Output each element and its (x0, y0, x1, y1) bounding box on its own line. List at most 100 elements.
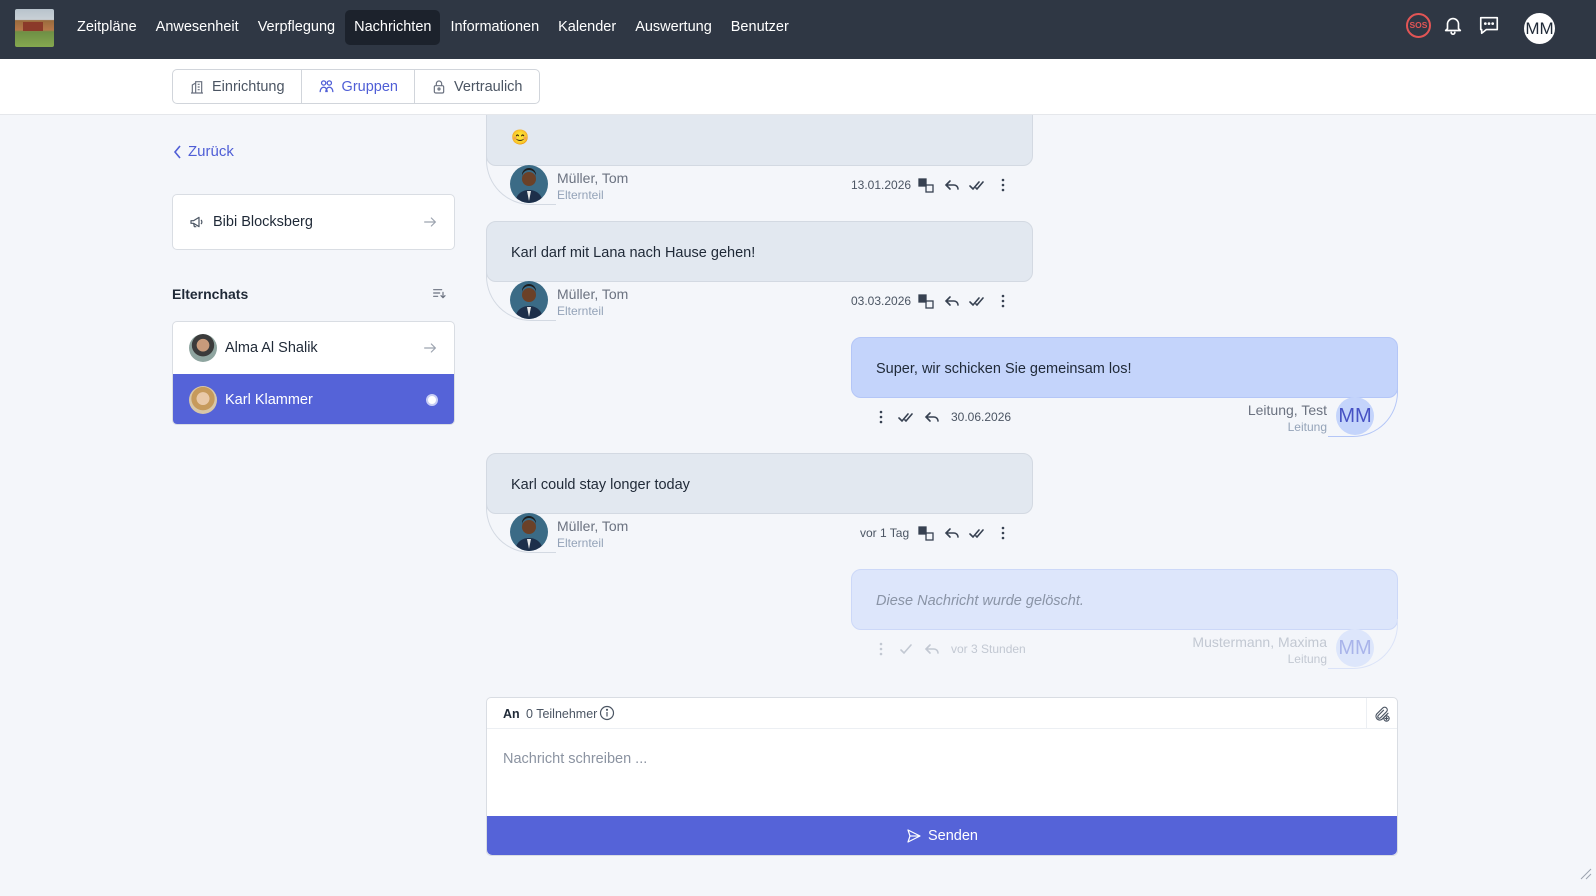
read-checkmark-icon (969, 529, 984, 539)
user-avatar[interactable]: MM (1524, 13, 1555, 44)
message-date: 30.06.2026 (951, 410, 1012, 424)
message-bubble-deleted: Diese Nachricht wurde gelöscht. (851, 569, 1398, 630)
sender-role: Elternteil (557, 188, 604, 202)
read-checkmark-icon (969, 297, 984, 307)
chat-name: Alma Al Shalik (225, 340, 318, 356)
back-label: Zurück (188, 143, 234, 160)
parent-chat-list: Alma Al Shalik Karl Klammer (172, 321, 455, 425)
sender-name: Müller, Tom (557, 286, 629, 302)
message-date: vor 3 Stunden (951, 642, 1026, 656)
sender-role: Leitung (1287, 652, 1327, 666)
avatar: MM (1336, 629, 1374, 667)
message-input[interactable]: Nachricht schreiben ... (503, 751, 647, 767)
nav-item-nachrichten[interactable]: Nachrichten (345, 10, 441, 45)
send-icon (907, 828, 921, 843)
message-text: Karl darf mit Lana nach Hause gehen! (511, 245, 756, 261)
chat-item-karl-klammer[interactable]: Karl Klammer (173, 374, 454, 424)
sender-name: Müller, Tom (557, 170, 629, 186)
selected-indicator (426, 394, 438, 406)
avatar (189, 334, 217, 362)
chat-item-alma-al-shalik[interactable]: Alma Al Shalik (173, 322, 454, 374)
reply-icon (924, 644, 939, 654)
nav-item-auswertung[interactable]: Auswertung (626, 10, 721, 45)
chevron-left-icon (173, 144, 181, 159)
nav-item-kalender[interactable]: Kalender (549, 10, 625, 45)
nav-item-benutzer[interactable]: Benutzer (722, 10, 798, 45)
message-thread: 😊 Müller, Tom Elternteil 13.01.2026 Karl… (486, 115, 1398, 690)
translate-icon[interactable] (918, 293, 934, 309)
chat-name: Karl Klammer (225, 392, 313, 408)
sub-header: Einrichtung Gruppen Vertraulich (0, 59, 1596, 115)
broadcast-chat-item[interactable]: Bibi Blocksberg (172, 194, 455, 250)
send-label: Senden (928, 827, 978, 844)
message-text: Super, wir schicken Sie gemeinsam los! (876, 361, 1132, 377)
reply-icon[interactable] (944, 525, 960, 541)
message-date: 03.03.2026 (851, 294, 912, 308)
read-checkmark-icon (969, 181, 984, 191)
message-bubble-incoming: Karl could stay longer today (486, 453, 1033, 514)
chat-bubble-icon[interactable] (1478, 14, 1500, 36)
more-options-icon[interactable] (995, 525, 1011, 541)
sos-button[interactable]: SOS (1406, 13, 1431, 38)
message-text: Diese Nachricht wurde gelöscht. (876, 593, 1084, 609)
scope-tabs: Einrichtung Gruppen Vertraulich (172, 69, 540, 104)
nav-item-verpflegung[interactable]: Verpflegung (249, 10, 344, 45)
reply-icon[interactable] (944, 293, 960, 309)
tab-vertraulich[interactable]: Vertraulich (415, 70, 539, 103)
nav-item-zeitplaene[interactable]: Zeitpläne (68, 10, 146, 45)
tab-einrichtung[interactable]: Einrichtung (173, 70, 302, 103)
tab-gruppen[interactable]: Gruppen (302, 70, 415, 103)
megaphone-icon (190, 216, 203, 228)
facility-logo[interactable] (15, 9, 54, 47)
message-composer: An 0 Teilnehmer Nachricht schreiben ... … (486, 697, 1398, 856)
lock-icon (433, 79, 445, 94)
message-text: 😊 (511, 130, 530, 146)
sender-role: Elternteil (557, 536, 604, 550)
send-button[interactable]: Senden (487, 816, 1397, 855)
sender-role: Leitung (1287, 420, 1327, 434)
message-text: Karl could stay longer today (511, 477, 690, 493)
sender-name: Mustermann, Maxima (1192, 634, 1327, 650)
translate-icon[interactable] (918, 177, 934, 193)
more-options-icon[interactable] (995, 177, 1011, 193)
message-bubble-incoming: Karl darf mit Lana nach Hause gehen! (486, 221, 1033, 282)
sender-name: Leitung, Test (1247, 402, 1327, 418)
group-icon (319, 80, 334, 93)
avatar (189, 386, 217, 414)
section-title-elternchats: Elternchats (172, 286, 249, 302)
translate-icon[interactable] (918, 525, 934, 541)
reply-icon[interactable] (944, 177, 960, 193)
sort-icon[interactable] (431, 285, 447, 304)
info-icon[interactable] (599, 705, 615, 721)
building-icon (191, 80, 203, 94)
message-bubble-incoming: 😊 (486, 115, 1033, 166)
sender-name: Müller, Tom (557, 518, 629, 534)
avatar: MM (1336, 397, 1374, 435)
nav-item-informationen[interactable]: Informationen (441, 10, 548, 45)
arrow-right-icon (424, 217, 437, 227)
more-options-icon[interactable] (995, 293, 1011, 309)
top-navigation-bar: Zeitpläne Anwesenheit Verpflegung Nachri… (0, 0, 1596, 59)
message-date: 13.01.2026 (851, 178, 912, 192)
broadcast-label: Bibi Blocksberg (213, 214, 313, 230)
sender-role: Elternteil (557, 304, 604, 318)
avatar (510, 281, 548, 319)
avatar (510, 513, 548, 551)
checkmark-icon (900, 644, 912, 655)
arrow-right-icon (424, 343, 437, 353)
recipient-row: An 0 Teilnehmer (487, 698, 1397, 729)
more-options-icon (879, 642, 883, 656)
more-options-icon[interactable] (873, 409, 889, 425)
back-link[interactable]: Zurück (173, 143, 234, 160)
avatar (510, 165, 548, 203)
attach-button[interactable] (1366, 698, 1397, 729)
resize-grip-icon[interactable] (1578, 866, 1592, 880)
tab-label: Vertraulich (453, 78, 523, 95)
participant-count[interactable]: 0 Teilnehmer (526, 707, 597, 721)
reply-icon[interactable] (924, 409, 940, 425)
message-date: vor 1 Tag (860, 526, 910, 540)
message-bubble-outgoing: Super, wir schicken Sie gemeinsam los! (851, 337, 1398, 398)
tab-label: Gruppen (341, 78, 398, 95)
nav-item-anwesenheit[interactable]: Anwesenheit (147, 10, 248, 45)
bell-icon[interactable] (1442, 14, 1464, 36)
